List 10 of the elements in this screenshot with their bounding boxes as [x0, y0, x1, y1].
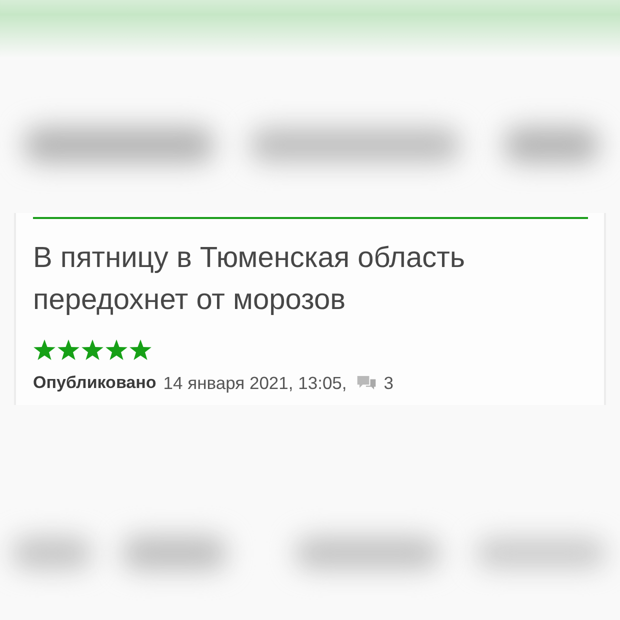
- star-icon: [129, 339, 152, 361]
- star-icon: [105, 339, 128, 361]
- published-label: Опубликовано: [33, 373, 156, 393]
- star-icon: [81, 339, 104, 361]
- comments-icon: [356, 376, 376, 390]
- star-icon: [33, 339, 56, 361]
- published-date: 14 января 2021, 13:05,: [163, 373, 347, 393]
- star-icon: [57, 339, 80, 361]
- article-title[interactable]: В пятницу в Тюменская область передохнет от морозов: [33, 237, 533, 321]
- comment-count[interactable]: 3: [384, 373, 394, 393]
